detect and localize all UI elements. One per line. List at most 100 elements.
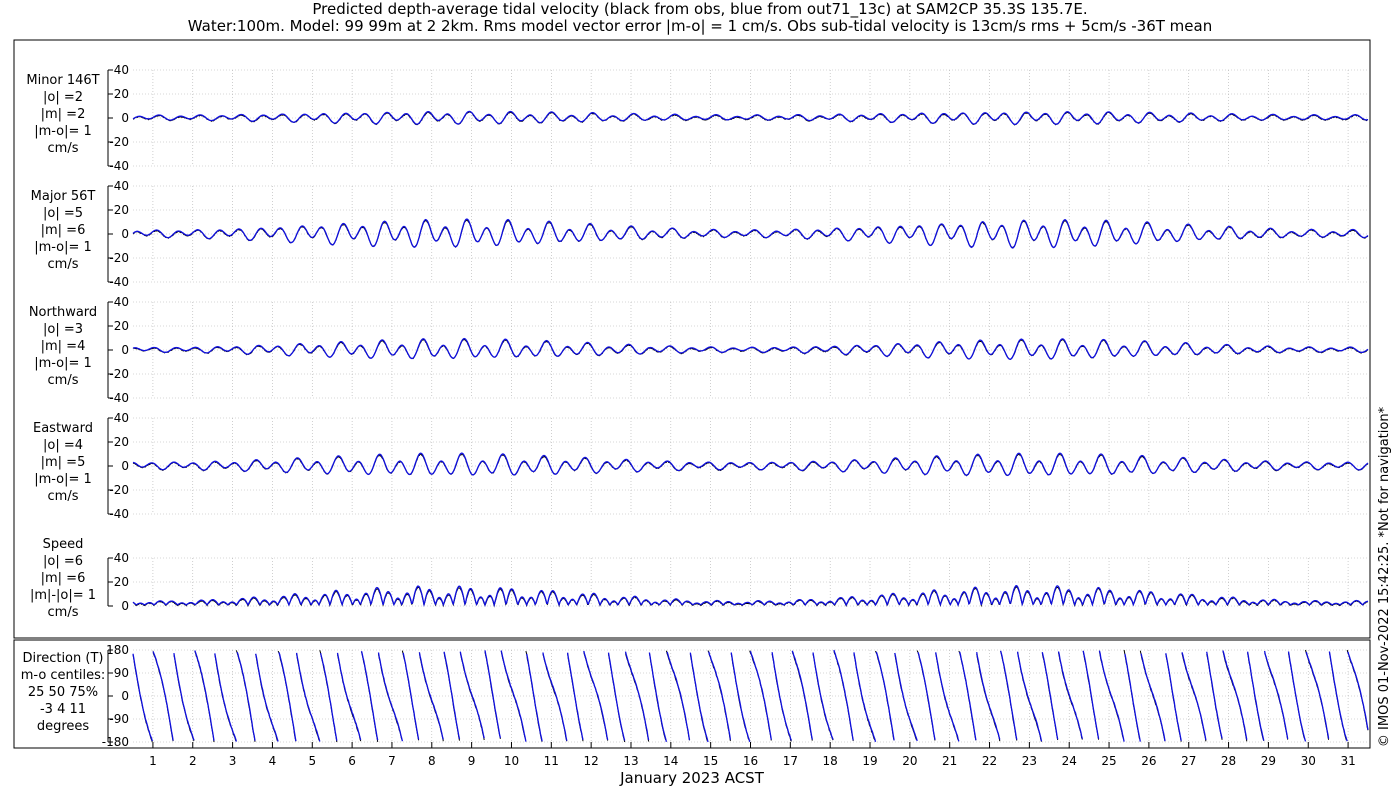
panel-label-line: |o| =6 [43,554,83,569]
x-tick-label: 25 [1101,754,1116,768]
y-tick-label: 40 [114,551,129,565]
panel-label-line: cm/s [48,489,79,504]
tidal-velocity-chart: 40200-20-40Minor 146T|o| =2|m| =2|m-o|= … [13,39,1392,787]
x-tick-label: 20 [902,754,917,768]
x-tick-label: 21 [942,754,957,768]
panel-label-line: degrees [37,719,90,734]
panel-label-line: |o| =5 [43,206,83,221]
y-tick-label: -40 [109,159,129,173]
series-model-line [132,110,1369,125]
x-tick-label: 8 [428,754,436,768]
panel-label-line: |m-o|= 1 [34,356,92,371]
panel-label-line: |m| =6 [41,223,86,238]
y-tick-label: 40 [114,411,129,425]
panel-speed: 40 20 0 Speed |o| =6 |m| =6 |m|-|o|= 1 cm/s [30,537,1369,620]
x-tick-label: 16 [743,754,758,768]
y-tick-label: 0 [121,343,129,357]
x-tick-label: 11 [544,754,559,768]
x-tick-label: 18 [823,754,838,768]
panel-direction: 180 90 0 -90 -180 Direction (T) m-o centiles: 2… [21,643,1369,749]
y-tick-label: 40 [114,63,129,77]
y-tick-label: 0 [121,459,129,473]
y-tick-label: 40 [114,179,129,193]
panel-label-line: -3 4 11 [40,702,86,717]
x-tick-label: 13 [623,754,638,768]
panel-label-line: cm/s [48,141,79,156]
x-tick-label: 26 [1141,754,1156,768]
panel-label-line: |m| =5 [41,455,86,470]
y-tick-label: 0 [121,599,129,613]
panel-label-line: |o| =3 [43,322,83,337]
y-tick-label: -20 [109,483,129,497]
x-tick-label: 17 [783,754,798,768]
x-tick-label: 19 [862,754,877,768]
y-tick-label: -40 [109,275,129,289]
panel-label-line: |m| =4 [41,339,86,354]
x-tick-label: 7 [388,754,396,768]
panel-minor: 40 20 0 -20 -40 Minor 146T |o| =2 |m| =2 |m-o|= … [26,63,1369,173]
x-tick-label: 28 [1221,754,1236,768]
y-tick-label: 40 [114,295,129,309]
panel-label-line: |m|-|o|= 1 [30,588,96,603]
panel-label-line: |m-o|= 1 [34,240,92,255]
y-tick-label: -20 [109,367,129,381]
x-tick-label: 10 [504,754,519,768]
panel-label-line: cm/s [48,373,79,388]
panel-label-line: |m| =2 [41,107,86,122]
y-tick-label: -90 [109,712,129,726]
x-tick-label: 23 [1022,754,1037,768]
credit-text: © IMOS 01-Nov-2022 15:42:25. *Not for na… [1377,406,1392,747]
x-tick-label: 6 [348,754,356,768]
panel-label-line: m-o centiles: [21,668,106,683]
x-axis-ticks: 1 2 3 4 5 6 7 8 9 10 11 12 13 14 15 16 17 18 19 20 21 22 23 24 2… [149,742,1356,768]
panel-eastward: 40 20 0 -20 -40 Eastward |o| =4 |m| =5 |m-o|= 1 c… [33,411,1369,521]
panel-label-line: cm/s [48,257,79,272]
upper-frame [13,39,1371,639]
y-tick-label: 20 [114,87,129,101]
panel-label-line: cm/s [48,605,79,620]
x-tick-label: 3 [229,754,237,768]
panel-label-line: |o| =2 [43,90,83,105]
panel-label-line: |m-o|= 1 [34,124,92,139]
y-tick-label: -40 [109,391,129,405]
chart-panels: 40 20 0 -20 -40 Minor 146T |o| =2 |m| =2 |m-o|= … [21,63,1369,749]
x-tick-label: 30 [1301,754,1316,768]
x-tick-label: 9 [468,754,476,768]
y-tick-label: 20 [114,203,129,217]
x-tick-label: 24 [1062,754,1077,768]
panel-frames [13,39,1371,749]
y-tick-label: 20 [114,319,129,333]
panel-label-line: Speed [43,537,84,552]
x-axis-label: January 2023 ACST [619,769,765,787]
y-tick-label: 20 [114,575,129,589]
x-tick-label: 5 [308,754,316,768]
x-tick-label: 1 [149,754,157,768]
x-tick-label: 15 [703,754,718,768]
panel-label-line: Direction (T) [23,651,104,666]
y-tick-label: 90 [114,666,129,680]
x-tick-label: 29 [1261,754,1276,768]
y-tick-label: -20 [109,251,129,265]
y-tick-label: -180 [102,735,129,749]
panel-label-line: Minor 146T [26,73,99,88]
x-tick-label: 22 [982,754,997,768]
y-tick-label: 180 [106,643,129,657]
panel-label-line: Major 56T [31,189,96,204]
panel-label-line: 25 50 75% [28,685,98,700]
panel-label-line: Eastward [33,421,93,436]
x-tick-label: 12 [584,754,599,768]
panel-label-line: |m| =6 [41,571,86,586]
x-tick-label: 27 [1181,754,1196,768]
panel-label-line: Northward [29,305,97,320]
panel-northward: 40 20 0 -20 -40 Northward |o| =3 |m| =4 |m-o|= 1… [29,295,1369,405]
x-tick-label: 2 [189,754,197,768]
panel-major: 40 20 0 -20 -40 Major 56T |o| =5 |m| =6 |m-o|= 1… [31,179,1369,289]
y-tick-label: -20 [109,135,129,149]
x-tick-label: 31 [1340,754,1355,768]
panel-label-line: |m-o|= 1 [34,472,92,487]
y-tick-label: -40 [109,507,129,521]
y-tick-label: 0 [121,689,129,703]
y-tick-label: 20 [114,435,129,449]
x-tick-label: 4 [269,754,277,768]
y-tick-label: 0 [121,111,129,125]
